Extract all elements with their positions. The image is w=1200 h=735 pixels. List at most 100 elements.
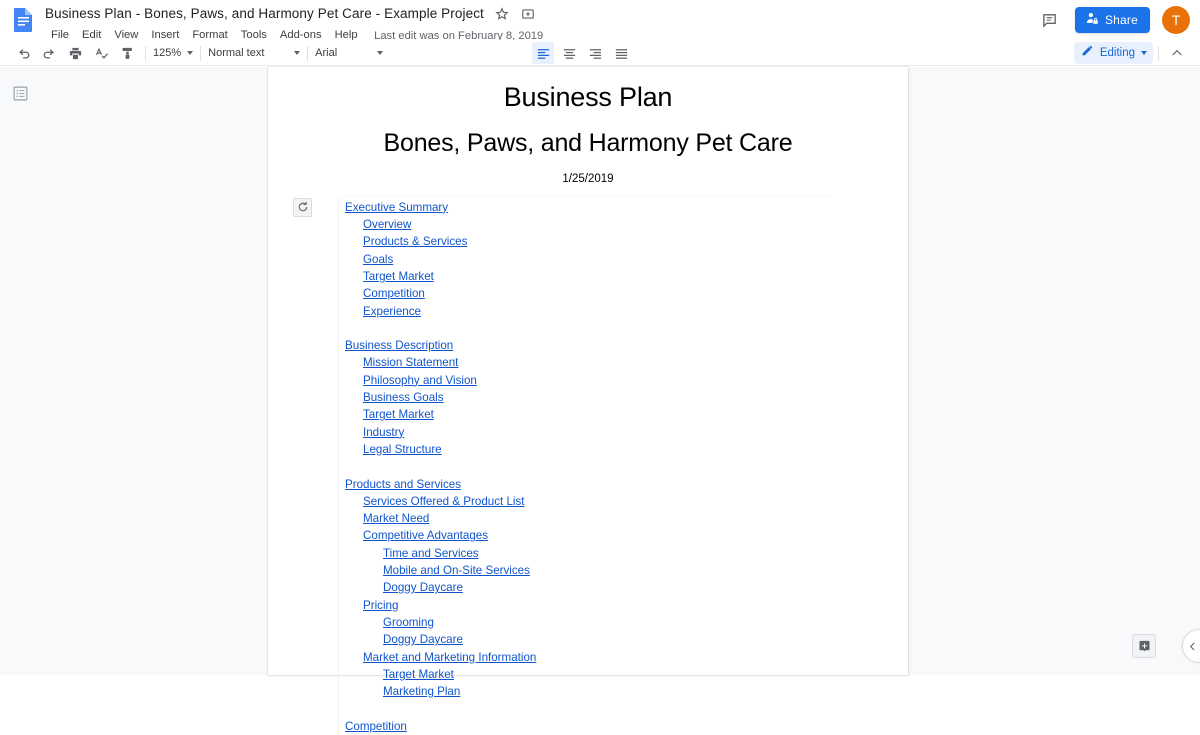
formatting-toolbar: 125% Normal text Arial Editing (0, 40, 1200, 66)
toc-link[interactable]: Market Need (363, 512, 429, 525)
toc-entry-level-1[interactable]: Products and Services (345, 476, 832, 493)
toc-entry-level-2[interactable]: Legal Structure (345, 441, 832, 458)
toc-link[interactable]: Competition (345, 720, 407, 733)
toc-entry-level-3[interactable]: Time and Services (345, 545, 832, 562)
toc-entry-level-2[interactable]: Competitive Advantages (345, 527, 832, 544)
editing-mode-button[interactable]: Editing (1073, 42, 1153, 64)
toc-link[interactable]: Experience (363, 305, 421, 318)
toc-entry-level-2[interactable]: Experience (345, 303, 832, 320)
toc-entry-level-2[interactable]: Services Offered & Product List (345, 493, 832, 510)
toc-entry-level-2[interactable]: Target Market (345, 268, 832, 285)
header-actions: Share T (1037, 6, 1190, 34)
redo-icon[interactable] (38, 42, 60, 64)
toc-link[interactable]: Mobile and On-Site Services (383, 564, 530, 577)
toc-link[interactable]: Goals (363, 253, 393, 266)
toolbar-separator (307, 45, 309, 61)
spellcheck-icon[interactable] (90, 42, 112, 64)
toc-entry-level-2[interactable]: Goals (345, 251, 832, 268)
print-icon[interactable] (64, 42, 86, 64)
toolbar-separator (1158, 45, 1159, 61)
refresh-toc-icon[interactable] (293, 197, 312, 217)
toc-link[interactable]: Philosophy and Vision (363, 374, 477, 387)
toc-link[interactable]: Pricing (363, 599, 398, 612)
toc-link[interactable]: Target Market (363, 408, 434, 421)
toc-entry-level-1[interactable]: Executive Summary (345, 199, 832, 216)
toc-entry-level-3[interactable]: Target Market (345, 666, 832, 683)
toolbar-separator (145, 45, 146, 61)
font-family-select[interactable]: Arial (313, 42, 385, 64)
toc-link[interactable]: Competition (363, 287, 425, 300)
toc-link[interactable]: Industry (363, 426, 404, 439)
toc-link[interactable]: Business Goals (363, 391, 444, 404)
toc-entry-level-3[interactable]: Doggy Daycare (345, 579, 832, 596)
toc-link[interactable]: Grooming (383, 616, 434, 629)
toc-entry-level-2[interactable]: Target Market (345, 406, 832, 423)
toc-link[interactable]: Services Offered & Product List (363, 495, 525, 508)
toc-entry-level-2[interactable]: Market and Marketing Information (345, 649, 832, 666)
toc-entry-level-2[interactable]: Mission Statement (345, 354, 832, 371)
move-to-folder-icon[interactable] (520, 6, 536, 22)
toc-link[interactable]: Target Market (383, 668, 454, 681)
undo-icon[interactable] (12, 42, 34, 64)
document-title: Business Plan (503, 82, 673, 112)
toc-entry-level-3[interactable]: Doggy Daycare (345, 631, 832, 648)
toc-link[interactable]: Doggy Daycare (383, 581, 463, 594)
document-subtitle: Bones, Paws, and Harmony Pet Care (383, 128, 793, 157)
chevron-down-icon (377, 51, 384, 55)
comment-icon[interactable] (1037, 7, 1063, 33)
chevron-up-icon[interactable] (1166, 42, 1188, 64)
star-outline-icon[interactable] (494, 6, 510, 22)
align-left-icon[interactable] (532, 42, 554, 64)
align-justify-icon[interactable] (610, 42, 632, 64)
avatar[interactable]: T (1162, 6, 1190, 34)
share-button-label: Share (1104, 13, 1138, 27)
toc-link[interactable]: Executive Summary (345, 201, 448, 214)
toc-link[interactable]: Competitive Advantages (363, 529, 488, 542)
toc-entry-level-3[interactable]: Marketing Plan (345, 683, 832, 700)
zoom-value: 125% (153, 47, 182, 59)
align-center-icon[interactable] (558, 42, 580, 64)
document-date: 1/25/2019 (562, 173, 614, 185)
paint-format-icon[interactable] (116, 42, 138, 64)
toc-entry-level-1[interactable]: Business Description (345, 337, 832, 354)
toc-link[interactable]: Business Description (345, 339, 453, 352)
doc-title-row: Business Plan - Bones, Paws, and Harmony… (45, 5, 543, 23)
toc-link[interactable]: Time and Services (383, 547, 479, 560)
toc-entry-level-2[interactable]: Products & Services (345, 233, 832, 250)
editing-mode-label: Editing (1099, 47, 1135, 59)
chevron-left-icon[interactable] (1182, 629, 1200, 663)
toc-entry-level-2[interactable]: Philosophy and Vision (345, 372, 832, 389)
document-page[interactable]: Business Plan Bones, Paws, and Harmony P… (268, 67, 908, 735)
toc-link[interactable]: Mission Statement (363, 356, 458, 369)
toc-entry-level-2[interactable]: Competition (345, 285, 832, 302)
toc-spacer (345, 700, 832, 717)
document-outline-icon[interactable] (10, 83, 30, 103)
toc-entry-level-1[interactable]: Competition (345, 718, 832, 735)
toc-entry-level-2[interactable]: Pricing (345, 597, 832, 614)
toc-link[interactable]: Products and Services (345, 478, 461, 491)
toc-link[interactable]: Overview (363, 218, 411, 231)
toc-entry-level-3[interactable]: Grooming (345, 614, 832, 631)
title-and-menu-block: Business Plan - Bones, Paws, and Harmony… (45, 5, 543, 44)
zoom-select[interactable]: 125% (151, 42, 195, 64)
toc-link[interactable]: Market and Marketing Information (363, 651, 536, 664)
align-right-icon[interactable] (584, 42, 606, 64)
font-family-value: Arial (315, 47, 338, 59)
toc-link[interactable]: Doggy Daycare (383, 633, 463, 646)
toc-link[interactable]: Products & Services (363, 235, 467, 248)
toc-link[interactable]: Marketing Plan (383, 685, 460, 698)
toc-entry-level-2[interactable]: Overview (345, 216, 832, 233)
toc-entry-level-2[interactable]: Industry (345, 424, 832, 441)
google-docs-logo[interactable] (11, 7, 36, 33)
toc-entry-level-2[interactable]: Business Goals (345, 389, 832, 406)
toc-entry-level-2[interactable]: Market Need (345, 510, 832, 527)
toc-link[interactable]: Target Market (363, 270, 434, 283)
explore-add-icon[interactable] (1132, 634, 1156, 658)
toc-entry-level-3[interactable]: Mobile and On-Site Services (345, 562, 832, 579)
paragraph-style-select[interactable]: Normal text (206, 42, 302, 64)
share-button[interactable]: Share (1074, 7, 1150, 33)
toc-link[interactable]: Legal Structure (363, 443, 442, 456)
paragraph-style-value: Normal text (208, 47, 265, 59)
page-title[interactable]: Business Plan - Bones, Paws, and Harmony… (45, 5, 484, 23)
table-of-contents[interactable]: Executive Summary Overview Products & Ser… (293, 195, 832, 735)
